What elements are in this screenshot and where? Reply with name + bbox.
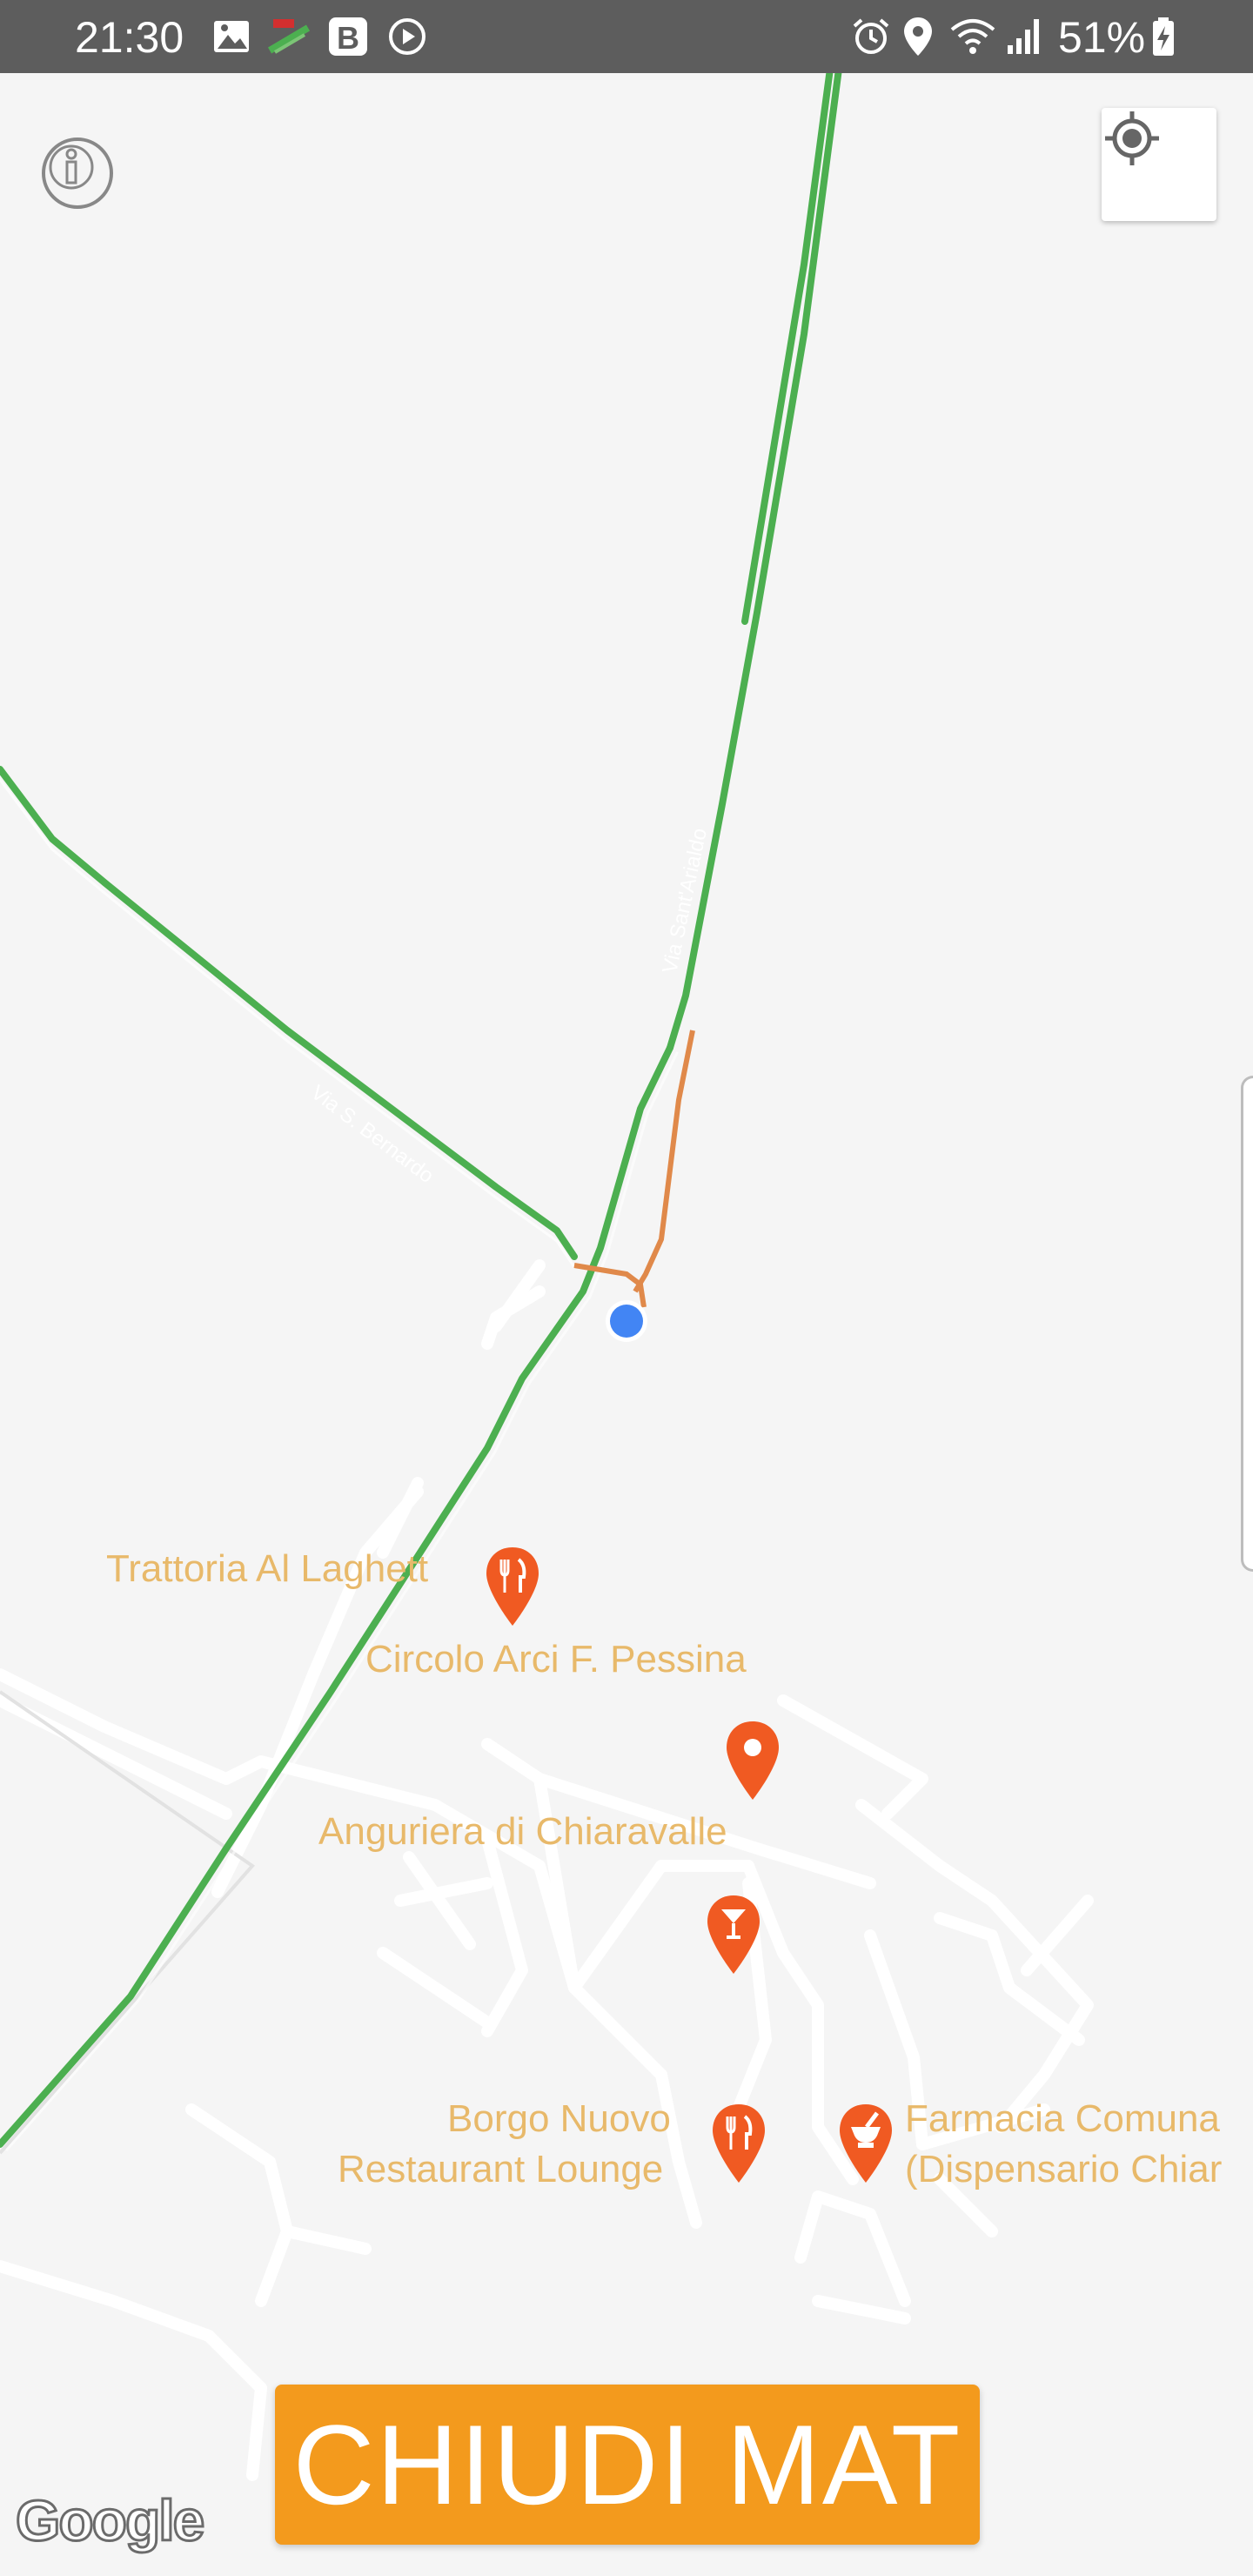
close-map-button[interactable]: CHIUDI MAT: [275, 2385, 980, 2545]
gallery-icon: [214, 21, 249, 52]
signal-icon: [1008, 19, 1039, 54]
traffic-slow-segment: [633, 1030, 695, 1293]
map-canvas[interactable]: [0, 73, 1253, 2576]
side-panel-handle[interactable]: [1241, 1076, 1253, 1572]
poi-label-farmacia-line2[interactable]: (Dispensario Chiar: [905, 2144, 1222, 2194]
battery-percent: 51%: [1058, 13, 1146, 62]
minor-roads: [0, 1259, 1094, 2481]
poi-label-farmacia-line1[interactable]: Farmacia Comuna: [905, 2094, 1220, 2143]
pharmacy-icon[interactable]: [837, 2101, 895, 2186]
poi-label-borgo-line1[interactable]: Borgo Nuovo: [447, 2094, 671, 2143]
b-app-icon: B: [329, 17, 367, 56]
info-icon: [49, 144, 94, 190]
app-notification-icon: [267, 19, 311, 54]
poi-label-trattoria[interactable]: Trattoria Al Laghett: [106, 1544, 428, 1593]
place-icon[interactable]: [724, 1718, 781, 1803]
restaurant-icon[interactable]: [710, 2101, 767, 2186]
info-button[interactable]: [42, 138, 113, 209]
current-location-dot: [610, 1305, 643, 1338]
google-attribution: Google: [14, 2487, 205, 2554]
map-view[interactable]: Via Sant'Arialdo Via S. Bernardo Trattor…: [0, 73, 1253, 2576]
alarm-icon: [853, 18, 889, 54]
play-icon: [389, 18, 425, 55]
battery-charging-icon: [1153, 17, 1174, 56]
my-location-icon: [1105, 111, 1159, 165]
location-icon: [904, 17, 932, 56]
poi-label-borgo-line2[interactable]: Restaurant Lounge: [338, 2144, 663, 2194]
svg-text:B: B: [337, 20, 359, 56]
poi-label-anguriera[interactable]: Anguriera di Chiaravalle: [318, 1807, 727, 1856]
status-time: 21:30: [75, 13, 184, 62]
my-location-button[interactable]: [1102, 108, 1216, 221]
restaurant-icon[interactable]: [484, 1544, 541, 1629]
wifi-icon: [950, 19, 995, 54]
bar-icon[interactable]: [705, 1892, 762, 1977]
status-bar: 21:30 B 51%: [0, 0, 1253, 73]
poi-label-circolo[interactable]: Circolo Arci F. Pessina: [365, 1634, 747, 1684]
